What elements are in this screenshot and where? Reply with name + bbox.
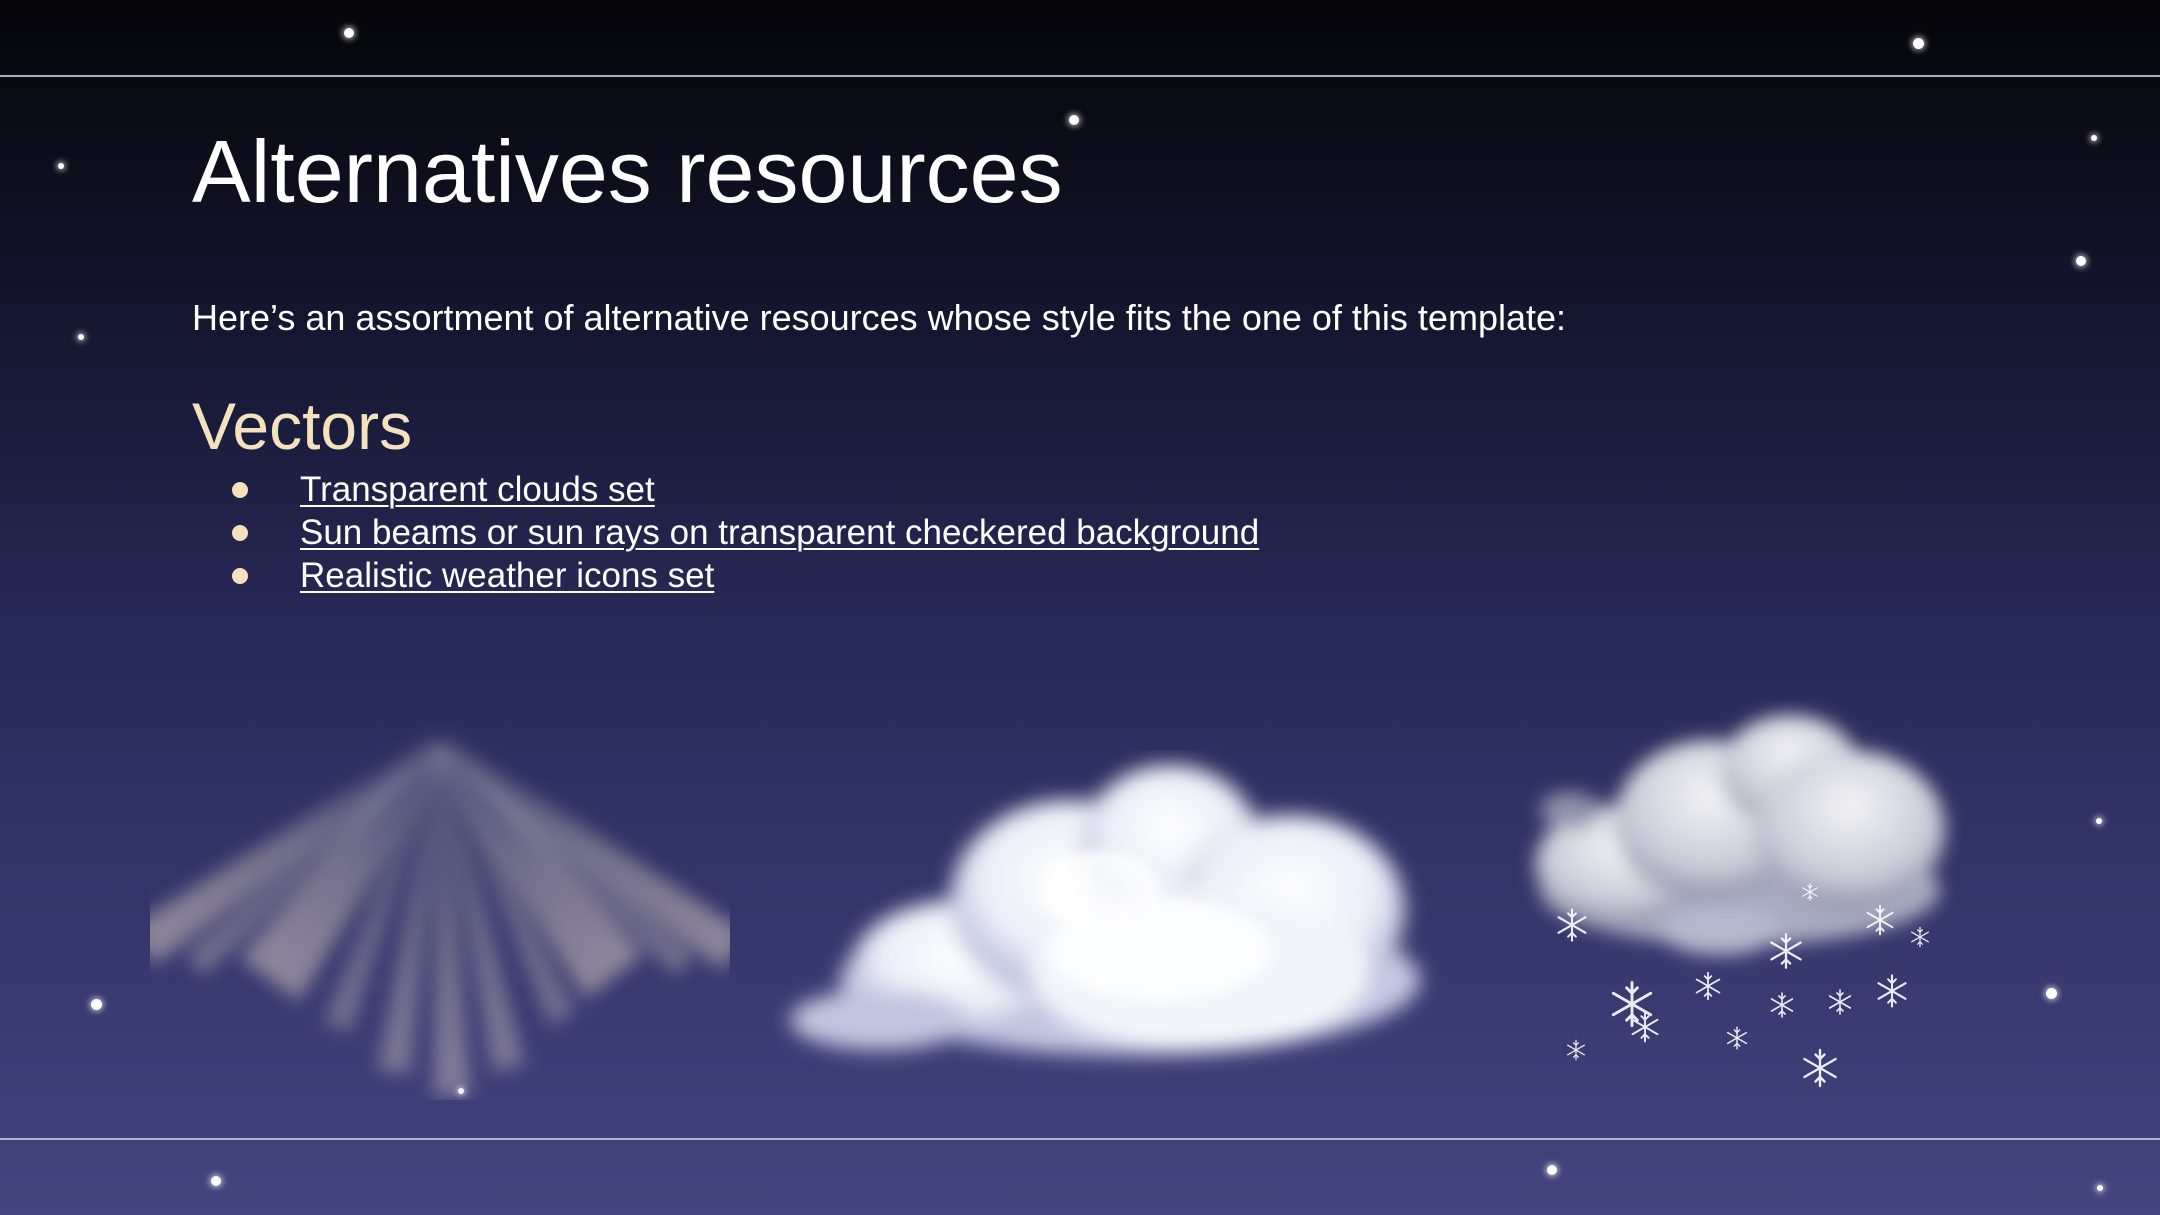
bullet-icon — [232, 481, 248, 498]
link-weather-icons-set[interactable]: Realistic weather icons set — [300, 556, 714, 596]
star — [2091, 135, 2097, 141]
star — [2046, 988, 2057, 999]
section-heading-vectors: Vectors — [192, 389, 413, 463]
star — [78, 334, 84, 340]
list-item: Sun beams or sun rays on transparent che… — [232, 511, 1259, 554]
star — [58, 163, 64, 169]
slide: Alternatives resources Here’s an assortm… — [0, 0, 2160, 1215]
star — [211, 1176, 221, 1186]
bullet-icon — [232, 524, 248, 541]
page-title: Alternatives resources — [192, 122, 1063, 221]
star — [1913, 38, 1924, 49]
star — [1069, 115, 1079, 125]
star — [2096, 818, 2102, 824]
star — [1547, 1165, 1557, 1175]
top-divider-line — [0, 75, 2160, 77]
resource-link-list: Transparent clouds set Sun beams or sun … — [232, 468, 1259, 597]
star — [91, 999, 102, 1010]
star — [344, 28, 354, 38]
bullet-icon — [232, 567, 248, 584]
star — [2097, 1185, 2103, 1191]
snow-cloud-icon — [1535, 715, 1945, 1088]
intro-text: Here’s an assortment of alternative reso… — [192, 297, 1567, 338]
bottom-divider-line — [0, 1138, 2160, 1140]
list-item: Realistic weather icons set — [232, 554, 1259, 597]
list-item: Transparent clouds set — [232, 468, 1259, 511]
cloud-icon — [790, 765, 1420, 1055]
star — [2076, 256, 2086, 266]
sun-rays-icon — [150, 736, 730, 1096]
link-transparent-clouds-set[interactable]: Transparent clouds set — [300, 470, 655, 510]
link-sun-beams[interactable]: Sun beams or sun rays on transparent che… — [300, 513, 1259, 553]
